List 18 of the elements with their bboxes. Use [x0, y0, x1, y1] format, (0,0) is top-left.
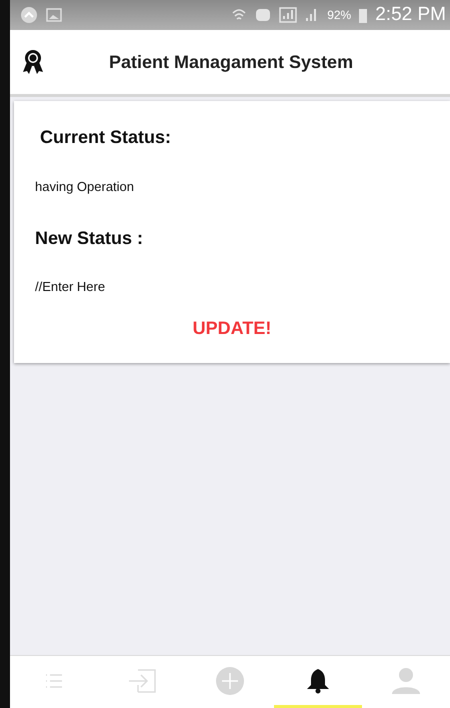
login-icon	[128, 668, 156, 692]
image-icon	[46, 7, 62, 23]
list-icon	[45, 672, 63, 688]
chevron-up-icon	[20, 6, 38, 24]
current-status-label: Current Status:	[40, 127, 172, 148]
battery-percent: 92%	[327, 8, 352, 22]
person-icon	[392, 668, 420, 694]
new-status-field[interactable]: //Enter Here	[35, 279, 335, 294]
battery-icon	[359, 8, 368, 22]
new-status-label: New Status :	[35, 228, 144, 249]
bell-icon	[306, 668, 330, 694]
app-title: Patient Managament System	[109, 52, 354, 72]
signal-icon	[279, 7, 298, 23]
award-ribbon-icon	[22, 49, 44, 75]
add-icon	[215, 666, 245, 696]
current-status-value: having Operation	[35, 179, 134, 194]
clock: 2:52 PM	[375, 4, 446, 26]
update-button[interactable]: UPDATE!	[184, 314, 280, 343]
